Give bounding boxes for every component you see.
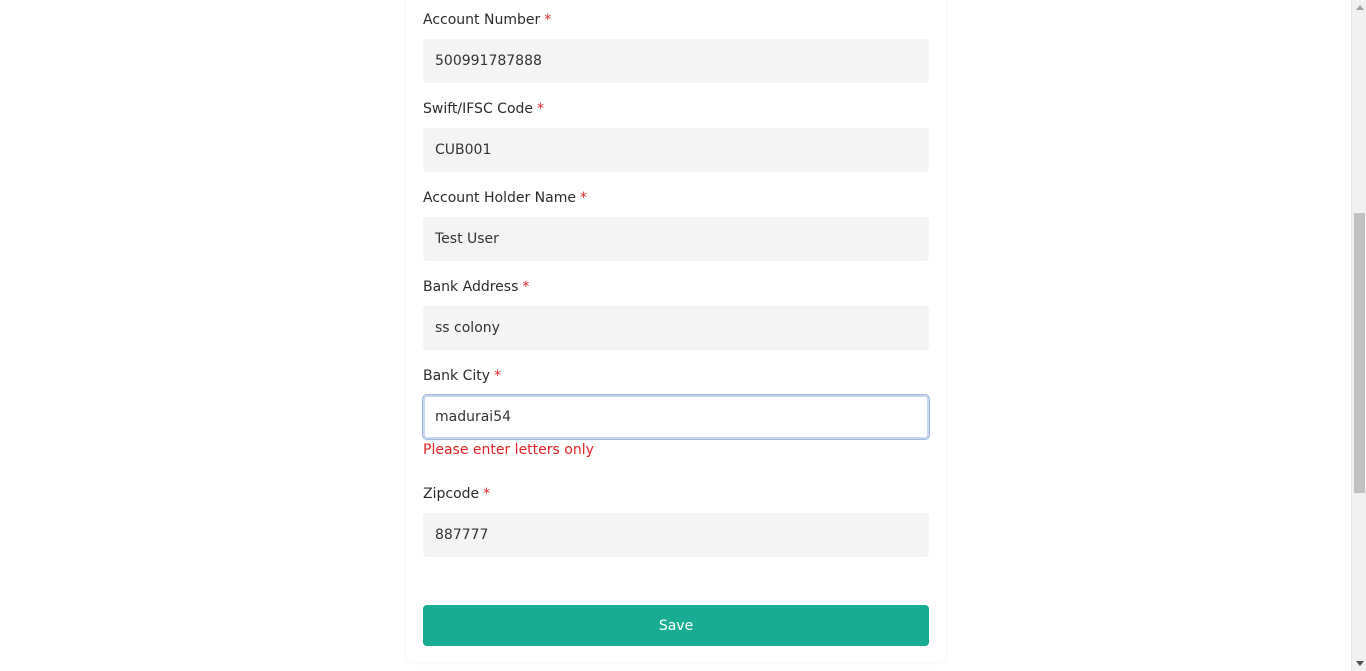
bank-city-input[interactable] bbox=[423, 395, 929, 439]
bank-address-group: Bank Address * bbox=[423, 277, 929, 350]
required-asterisk: * bbox=[537, 101, 545, 117]
bank-city-label: Bank City * bbox=[423, 366, 929, 386]
scroll-up-icon[interactable] bbox=[1352, 0, 1366, 15]
vertical-scrollbar[interactable] bbox=[1351, 0, 1366, 671]
account-holder-group: Account Holder Name * bbox=[423, 188, 929, 261]
zipcode-input[interactable] bbox=[423, 513, 929, 557]
required-asterisk: * bbox=[522, 279, 530, 295]
swift-ifsc-group: Swift/IFSC Code * bbox=[423, 99, 929, 172]
required-asterisk: * bbox=[544, 12, 552, 28]
required-asterisk: * bbox=[579, 190, 587, 206]
zipcode-label: Zipcode * bbox=[423, 484, 929, 504]
bank-address-label-text: Bank Address bbox=[423, 279, 519, 295]
scroll-down-icon[interactable] bbox=[1352, 656, 1366, 671]
required-asterisk: * bbox=[483, 486, 491, 502]
bank-city-error: Please enter letters only bbox=[423, 442, 594, 458]
account-holder-input[interactable] bbox=[423, 217, 929, 261]
bank-address-label: Bank Address * bbox=[423, 277, 929, 297]
zipcode-label-text: Zipcode bbox=[423, 486, 480, 502]
account-number-input[interactable] bbox=[423, 39, 929, 83]
swift-ifsc-label: Swift/IFSC Code * bbox=[423, 99, 929, 119]
swift-ifsc-input[interactable] bbox=[423, 128, 929, 172]
account-number-label-text: Account Number bbox=[423, 12, 541, 28]
bank-address-input[interactable] bbox=[423, 306, 929, 350]
zipcode-group: Zipcode * bbox=[423, 484, 929, 557]
bank-city-label-text: Bank City bbox=[423, 368, 491, 384]
scrollbar-thumb[interactable] bbox=[1354, 213, 1365, 493]
bank-city-group: Bank City* Please enter letters only bbox=[423, 366, 929, 460]
account-number-label: Account Number * bbox=[423, 10, 929, 30]
account-holder-label-text: Account Holder Name bbox=[423, 190, 576, 206]
swift-ifsc-label-text: Swift/IFSC Code bbox=[423, 101, 534, 117]
account-holder-label: Account Holder Name * bbox=[423, 188, 929, 208]
required-asterisk: * bbox=[494, 368, 502, 384]
save-button[interactable]: Save bbox=[423, 605, 929, 646]
page-viewport: Account Number* Swift/IFSC Code* Account… bbox=[0, 0, 1366, 671]
account-number-group: Account Number * bbox=[423, 10, 929, 83]
